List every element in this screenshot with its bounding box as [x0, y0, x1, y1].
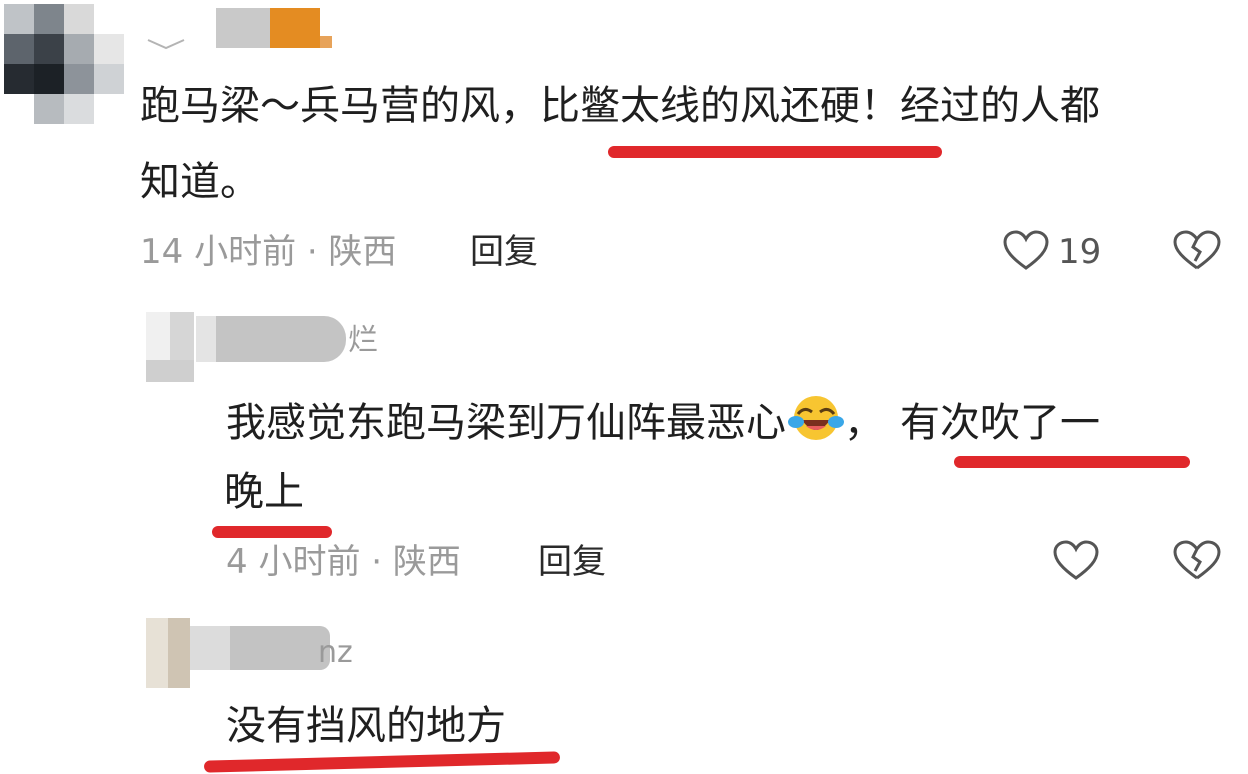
broken-heart-icon[interactable]: [1172, 230, 1222, 272]
username-tail: nz: [318, 635, 353, 670]
avatar[interactable]: [146, 312, 194, 382]
highlight-underline: [212, 526, 332, 538]
comment-text-part: ，: [844, 400, 884, 446]
highlight-underline: [203, 751, 561, 773]
comment-text-line2: 晚上: [224, 469, 304, 515]
heart-outline-icon: [1002, 230, 1050, 272]
avatar[interactable]: [146, 618, 190, 688]
username-tail: 烂: [348, 323, 378, 358]
highlight-underline: [608, 146, 942, 158]
comment-text-highlight: 比鳖太线的风还硬: [540, 83, 860, 129]
comment-text: 我感觉东跑马梁到万仙阵最恶心 ， 有次吹了一: [226, 392, 1100, 445]
comment-text: 没有挡风的地方: [226, 703, 506, 749]
comment-text-part: 我感觉东跑马梁到万仙阵最恶心: [226, 400, 786, 446]
comment-text-highlight: 有次吹了一: [900, 400, 1100, 446]
username-blurred[interactable]: [190, 626, 330, 670]
crying-laughing-emoji-icon: [788, 392, 844, 444]
comment-text: 跑马梁～兵马营的风，比鳖太线的风还硬！经过的人都: [140, 84, 1100, 128]
avatar[interactable]: [4, 4, 124, 124]
comment-meta: 4 小时前 · 陕西: [226, 542, 461, 582]
like-button[interactable]: 19: [1002, 228, 1112, 276]
comment-text-line2: 知道。: [140, 159, 260, 205]
reply-button[interactable]: 回复: [470, 232, 538, 272]
highlight-underline: [954, 456, 1190, 468]
username-blurred[interactable]: [216, 8, 332, 48]
heart-outline-icon[interactable]: [1052, 540, 1100, 582]
username-blurred[interactable]: [196, 316, 346, 362]
comment-text-part: ！经过的人都: [860, 83, 1100, 129]
chevron-down-icon: [146, 36, 186, 52]
comment-text-part: 跑马梁～兵马营的风，: [140, 83, 540, 129]
reply-button[interactable]: 回复: [538, 542, 606, 582]
like-count: 19: [1058, 232, 1102, 272]
comment-meta: 14 小时前 · 陕西: [140, 232, 397, 272]
broken-heart-icon[interactable]: [1172, 540, 1222, 582]
